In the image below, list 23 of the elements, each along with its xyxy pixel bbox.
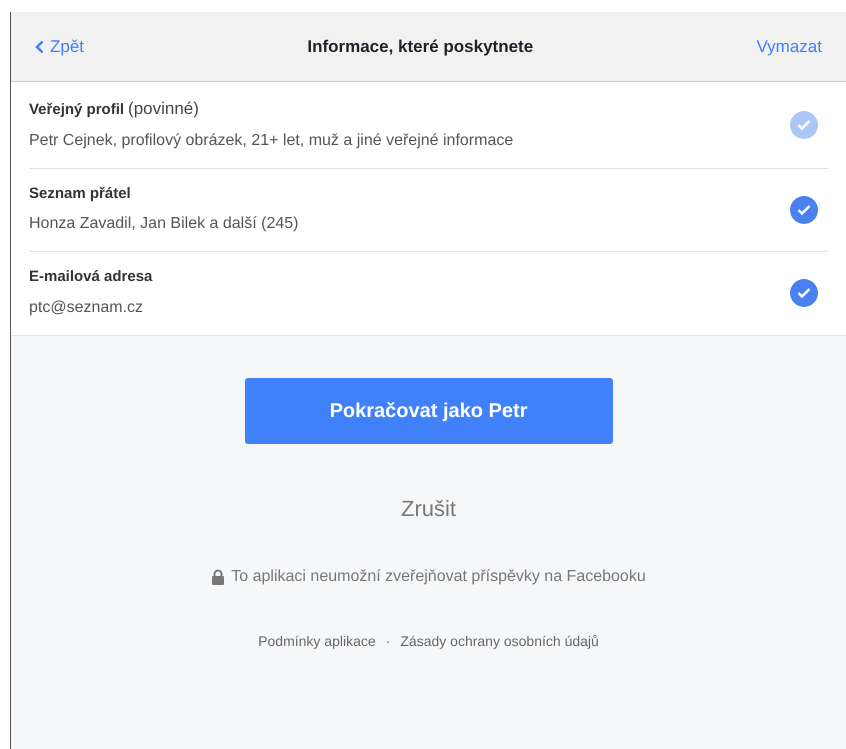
chevron-left-icon xyxy=(35,40,44,54)
back-button[interactable]: Zpět xyxy=(35,34,84,60)
separator-dot: · xyxy=(386,632,390,650)
check-toggle[interactable] xyxy=(790,279,818,308)
clear-button[interactable]: Vymazat xyxy=(756,34,822,60)
check-icon xyxy=(797,287,811,300)
item-title: E-mailová adresa xyxy=(29,267,152,287)
lock-icon xyxy=(211,568,226,584)
check-icon xyxy=(797,204,811,216)
continue-button[interactable]: Pokračovat jako Petr xyxy=(244,378,612,444)
notice-text: To aplikaci neumožní zveřejňovat příspěvky na Facebooku xyxy=(231,566,646,586)
header-title: Informace, které poskytnete xyxy=(307,36,534,58)
item-detail: ptc@seznam.cz xyxy=(29,298,144,318)
check-icon xyxy=(797,118,811,131)
item-title: Seznam přátel xyxy=(29,184,131,204)
terms-link[interactable]: Podmínky aplikace xyxy=(258,630,376,652)
item-detail: Petr Cejnek, profilový obrázek, 21+ let, muž a jiné veřejné informace xyxy=(29,130,514,150)
item-detail: Honza Zavadil, Jan Bilek a další (245) xyxy=(29,214,298,234)
privacy-link[interactable]: Zásady ochrany osobních údajů xyxy=(400,630,599,652)
item-title: Veřejný profil xyxy=(29,100,124,120)
cancel-button[interactable]: Zrušit xyxy=(401,492,456,524)
check-toggle[interactable] xyxy=(790,196,818,224)
item-note: (povinné) xyxy=(128,98,199,120)
